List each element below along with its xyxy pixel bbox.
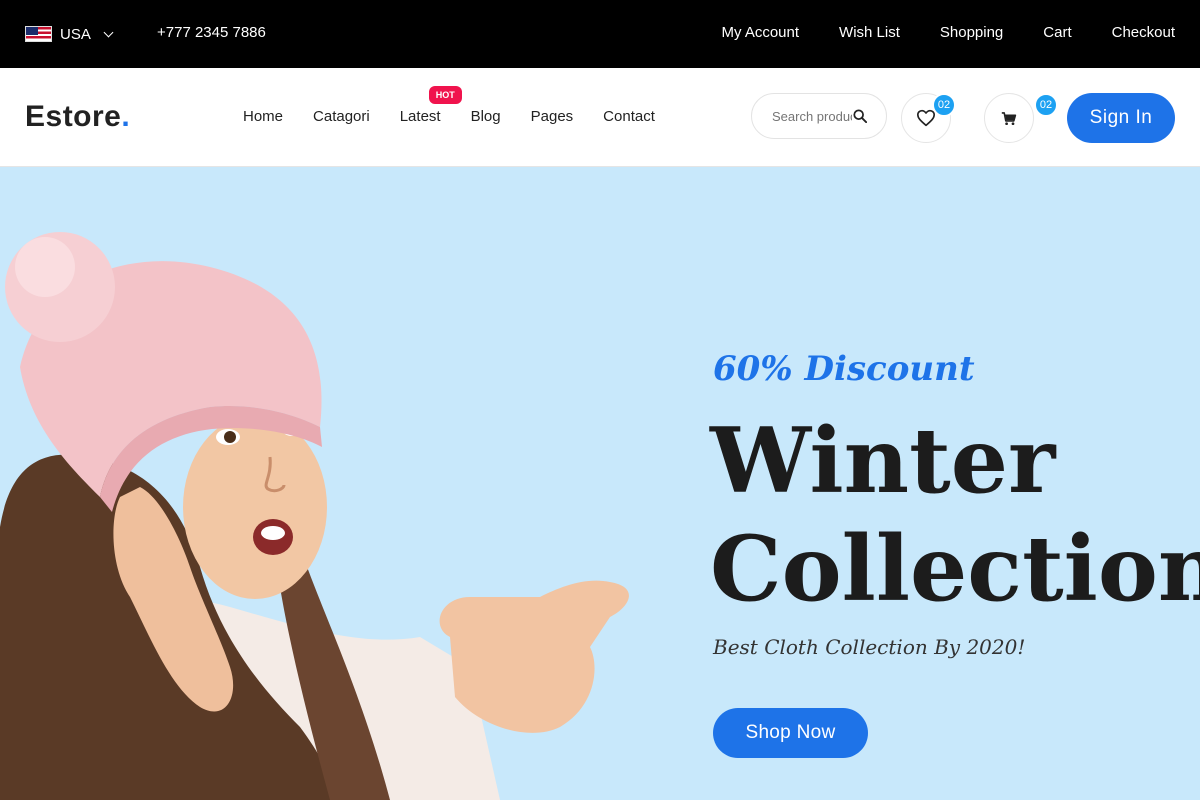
- country-label: USA: [60, 25, 91, 43]
- hero-banner: 60% Discount Winter Collection Best Clot…: [0, 167, 1200, 800]
- phone-number: +777 2345 7886: [157, 24, 266, 41]
- hero-girl-image: [0, 232, 629, 800]
- headline-line-1: Winter: [710, 408, 1056, 514]
- my-account-link[interactable]: My Account: [721, 24, 799, 41]
- main-header: Estore. Home Catagori Latest HOT Blog Pag…: [0, 68, 1200, 167]
- checkout-link[interactable]: Checkout: [1112, 24, 1175, 41]
- logo-dot: .: [121, 100, 131, 133]
- shopping-link[interactable]: Shopping: [940, 24, 1003, 41]
- wishlist-count-badge: 02: [932, 93, 956, 117]
- logo[interactable]: Estore.: [25, 100, 130, 134]
- nav-item-home[interactable]: Home: [243, 108, 283, 125]
- top-links: My Account Wish List Shopping Cart Check…: [721, 24, 1175, 41]
- nav-item-blog[interactable]: Blog: [471, 108, 501, 125]
- top-bar: USA +777 2345 7886 My Account Wish List …: [0, 0, 1200, 68]
- nav-item-catagori[interactable]: Catagori: [313, 108, 370, 125]
- sign-in-button[interactable]: Sign In: [1067, 93, 1175, 143]
- logo-text: Estore: [25, 100, 122, 133]
- cart-button[interactable]: [984, 93, 1034, 143]
- nav-item-pages[interactable]: Pages: [531, 108, 574, 125]
- hero-headline: Winter Collection: [710, 407, 1200, 623]
- nav-item-latest-label: Latest: [399, 108, 441, 125]
- shop-now-button[interactable]: Shop Now: [713, 708, 868, 758]
- chevron-down-icon: [103, 27, 114, 37]
- heart-icon: [916, 109, 935, 127]
- cart-icon: [1001, 111, 1017, 125]
- nav-item-contact[interactable]: Contact: [603, 108, 655, 125]
- main-nav: Home Catagori Latest HOT Blog Pages Conta…: [243, 86, 655, 125]
- country-selector[interactable]: USA: [25, 22, 114, 46]
- hero-tagline: Best Cloth Collection By 2020!: [713, 635, 1026, 659]
- cart-count-badge: 02: [1034, 93, 1058, 117]
- us-flag-icon: [25, 26, 52, 42]
- cart-link[interactable]: Cart: [1043, 24, 1071, 41]
- wish-list-link[interactable]: Wish List: [839, 24, 900, 41]
- hot-badge: HOT: [428, 86, 462, 104]
- nav-item-latest[interactable]: Latest HOT: [399, 86, 462, 125]
- headline-line-2: Collection: [710, 516, 1200, 622]
- search-icon[interactable]: [853, 109, 867, 123]
- discount-label: 60% Discount: [713, 349, 975, 389]
